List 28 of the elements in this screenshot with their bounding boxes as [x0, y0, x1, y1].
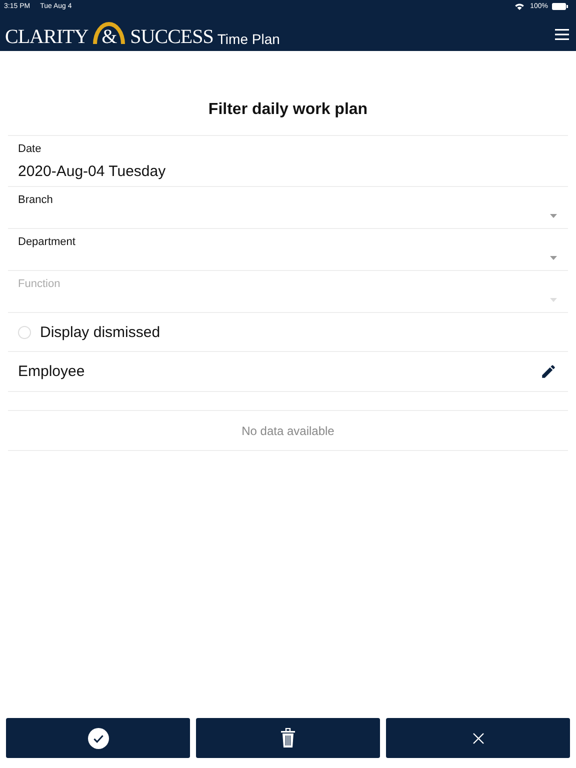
trash-icon	[281, 728, 295, 748]
field-label: Date	[18, 143, 42, 155]
logo-subtitle: Time Plan	[217, 30, 280, 49]
field-label: Function	[18, 278, 62, 290]
checkbox[interactable]	[18, 326, 31, 338]
wifi-icon	[515, 3, 524, 10]
checkbox-label: Display dismissed	[40, 324, 160, 340]
logo-text: &	[102, 25, 117, 49]
battery-icon	[552, 3, 568, 10]
caret-icon	[550, 256, 557, 260]
confirm-button[interactable]	[6, 718, 190, 758]
logo-text: SUCCESS	[130, 25, 214, 49]
employee-label: Employee	[18, 363, 85, 380]
logo-text: CLARITY	[5, 25, 88, 49]
arc-icon	[93, 22, 126, 44]
check-circle-icon	[88, 728, 108, 748]
edit-icon[interactable]	[540, 363, 557, 380]
close-button[interactable]	[386, 718, 570, 758]
close-icon	[472, 732, 484, 744]
field-label: Department	[18, 236, 76, 248]
page-title: Filter daily work plan	[8, 51, 568, 136]
empty-table-message: No data available	[242, 424, 334, 438]
menu-icon[interactable]	[555, 28, 569, 40]
delete-button[interactable]	[196, 718, 380, 758]
field-label: Branch	[18, 194, 54, 206]
caret-icon	[550, 298, 557, 302]
date-field[interactable]: 2020-Aug-04 Tuesday	[18, 155, 558, 186]
caret-icon	[550, 214, 557, 218]
